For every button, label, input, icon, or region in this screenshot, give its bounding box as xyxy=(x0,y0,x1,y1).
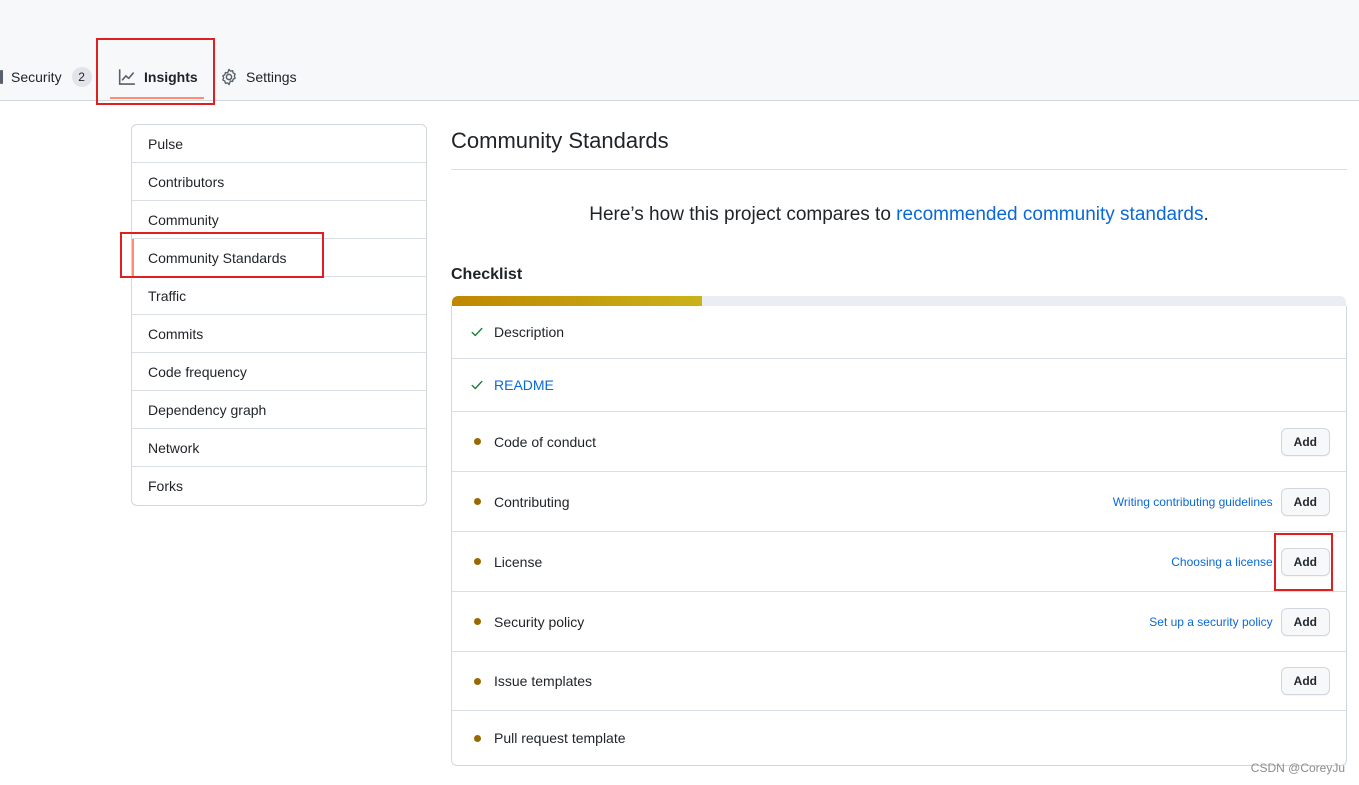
intro-text: Here’s how this project compares to reco… xyxy=(451,204,1347,226)
readme-link[interactable]: README xyxy=(494,377,554,393)
sidebar-item-label: Code frequency xyxy=(148,363,247,380)
checklist-progress-bar xyxy=(452,296,1346,306)
add-code-of-conduct-button[interactable]: Add xyxy=(1280,427,1330,456)
checklist-item-label: Security policy xyxy=(494,613,585,630)
check-icon xyxy=(470,378,484,392)
intro-text-end: . xyxy=(1203,204,1209,225)
pending-dot-icon xyxy=(470,555,484,569)
tab-settings[interactable]: Settings xyxy=(220,62,297,92)
sidebar-item-label: Network xyxy=(148,439,200,456)
check-icon xyxy=(470,325,484,339)
pending-dot-icon xyxy=(470,435,484,449)
sidebar-item-traffic[interactable]: Traffic xyxy=(132,277,426,315)
sidebar-item-contributors[interactable]: Contributors xyxy=(132,163,426,201)
security-count-badge: 2 xyxy=(71,67,92,87)
sidebar-item-label: Commits xyxy=(148,325,204,342)
add-security-policy-button[interactable]: Add xyxy=(1280,607,1330,636)
checklist-item-label: Description xyxy=(494,324,565,340)
watermark: CSDN @CoreyJu xyxy=(1250,761,1345,775)
row-actions: Writing contributing guidelines Add xyxy=(1113,487,1330,516)
checklist-row-readme: README xyxy=(452,359,1346,412)
pending-dot-icon xyxy=(470,615,484,629)
pending-dot-icon xyxy=(470,731,484,745)
sidebar-item-label: Forks xyxy=(148,478,183,494)
sidebar-item-commits[interactable]: Commits xyxy=(132,315,426,353)
checklist-item-label: Code of conduct xyxy=(494,433,596,450)
add-issue-templates-button[interactable]: Add xyxy=(1280,667,1330,695)
security-policy-link[interactable]: Set up a security policy xyxy=(1149,615,1272,629)
security-tab-edge xyxy=(0,70,3,84)
sidebar-item-label: Traffic xyxy=(148,287,187,304)
sidebar-item-code-frequency[interactable]: Code frequency xyxy=(132,353,426,391)
progress-fill xyxy=(452,296,703,306)
tab-security[interactable]: Security 2 xyxy=(0,62,92,92)
insights-sidebar: Pulse Contributors Community Community S… xyxy=(131,124,427,506)
contributing-guidelines-link[interactable]: Writing contributing guidelines xyxy=(1113,495,1273,509)
checklist-item-label: Contributing xyxy=(494,493,570,510)
checklist-item-label: Issue templates xyxy=(494,673,593,689)
add-contributing-button[interactable]: Add xyxy=(1280,487,1330,516)
sidebar-item-label: Pulse xyxy=(148,135,184,152)
checklist-row-contributing: Contributing Writing contributing guidel… xyxy=(452,472,1346,532)
checklist: Description README Code of conduct Add C… xyxy=(451,306,1347,766)
sidebar-item-forks[interactable]: Forks xyxy=(132,467,426,505)
choosing-license-link[interactable]: Choosing a license xyxy=(1171,555,1272,569)
sidebar-item-label: Contributors xyxy=(148,173,225,190)
checklist-row-security-policy: Security policy Set up a security policy… xyxy=(452,592,1346,652)
pending-dot-icon xyxy=(470,674,484,688)
checklist-row-pull-request-template: Pull request template xyxy=(452,711,1346,765)
tab-settings-label: Settings xyxy=(246,69,297,85)
annotation-box-community-standards xyxy=(120,232,324,278)
sidebar-item-label: Dependency graph xyxy=(148,401,267,418)
sidebar-item-pulse[interactable]: Pulse xyxy=(132,125,426,163)
checklist-row-license: License Choosing a license Add xyxy=(452,532,1346,592)
checklist-item-label: License xyxy=(494,553,543,570)
annotation-box-add-license xyxy=(1274,533,1333,591)
sidebar-item-network[interactable]: Network xyxy=(132,429,426,467)
sidebar-item-label: Community xyxy=(148,211,219,228)
tab-security-label: Security xyxy=(11,69,62,85)
intro-text-start: Here’s how this project compares to xyxy=(589,204,897,225)
sidebar-item-dependency-graph[interactable]: Dependency graph xyxy=(132,391,426,429)
checklist-row-description: Description xyxy=(452,306,1346,359)
recommended-standards-link[interactable]: recommended community standards xyxy=(896,204,1203,225)
row-actions: Add xyxy=(1280,667,1330,695)
checklist-row-code-of-conduct: Code of conduct Add xyxy=(452,412,1346,472)
annotation-box-insights xyxy=(96,38,215,105)
row-actions: Set up a security policy Add xyxy=(1149,607,1330,636)
checklist-heading: Checklist xyxy=(451,266,523,283)
checklist-row-issue-templates: Issue templates Add xyxy=(452,652,1346,711)
page-title: Community Standards xyxy=(451,128,669,153)
checklist-item-label: Pull request template xyxy=(494,730,626,746)
pending-dot-icon xyxy=(470,495,484,509)
row-actions: Add xyxy=(1280,427,1330,456)
gear-icon xyxy=(220,68,238,86)
title-divider xyxy=(451,169,1347,170)
